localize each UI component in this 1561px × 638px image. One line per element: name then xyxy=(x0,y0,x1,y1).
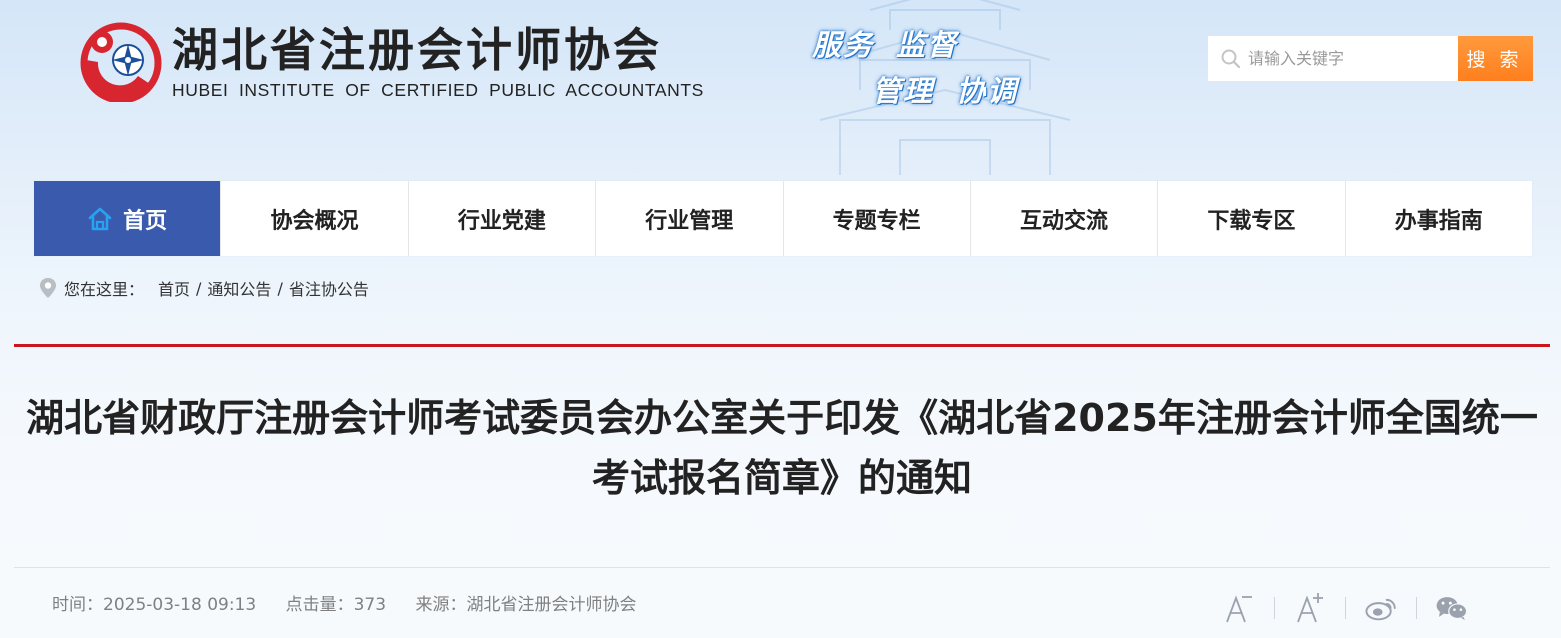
nav-item-guide[interactable]: 办事指南 xyxy=(1346,181,1532,256)
search-input[interactable] xyxy=(1246,37,1450,80)
nav-item-downloads[interactable]: 下载专区 xyxy=(1158,181,1346,256)
breadcrumb-separator: / xyxy=(196,278,202,298)
slogan-line-1: 服务 监督 xyxy=(812,28,959,62)
search-box xyxy=(1208,36,1458,81)
share-weibo-button[interactable] xyxy=(1364,591,1398,625)
font-decrease-button[interactable] xyxy=(1222,591,1256,625)
nav-item-label: 互动交流 xyxy=(1020,208,1109,234)
article-source: 来源：湖北省注册会计师协会 xyxy=(415,595,637,615)
title-divider xyxy=(14,344,1550,347)
tool-separator xyxy=(1345,597,1346,619)
nav-item-party-building[interactable]: 行业党建 xyxy=(409,181,597,256)
nav-item-label: 办事指南 xyxy=(1394,208,1483,234)
breadcrumb-home[interactable]: 首页 xyxy=(158,276,190,300)
click-count: 点击量：373 xyxy=(285,595,387,615)
location-pin-icon xyxy=(40,278,56,298)
tool-separator xyxy=(1416,597,1417,619)
article-tools xyxy=(1222,588,1469,628)
publish-time: 时间：2025-03-18 09:13 xyxy=(52,595,257,615)
nav-item-label: 首页 xyxy=(123,208,168,234)
tool-separator xyxy=(1274,597,1275,619)
nav-item-special-topics[interactable]: 专题专栏 xyxy=(784,181,971,256)
article-meta: 时间：2025-03-18 09:13 点击量：373 来源：湖北省注册会计师协… xyxy=(52,590,660,615)
breadcrumb-current[interactable]: 省注协公告 xyxy=(289,276,369,300)
share-wechat-button[interactable] xyxy=(1435,591,1469,625)
nav-item-label: 行业管理 xyxy=(645,208,734,234)
meta-divider xyxy=(14,567,1550,568)
logo xyxy=(80,22,162,102)
nav-item-home[interactable]: 首页 xyxy=(34,181,222,256)
search-button[interactable]: 搜 索 xyxy=(1458,36,1533,81)
weibo-icon xyxy=(1365,598,1396,621)
font-increase-button[interactable] xyxy=(1293,591,1327,625)
slogan-line-2: 管理 协调 xyxy=(872,74,1019,108)
org-name-cn: 湖北省注册会计师协会 xyxy=(172,23,662,77)
article-title: 湖北省财政厅注册会计师考试委员会办公室关于印发《湖北省2025年注册会计师全国统… xyxy=(26,396,1538,500)
nav-item-interaction[interactable]: 互动交流 xyxy=(971,181,1159,256)
breadcrumb-separator: / xyxy=(277,278,283,298)
search-icon xyxy=(1221,49,1241,68)
font-increase-icon xyxy=(1297,593,1323,623)
nav-item-about[interactable]: 协会概况 xyxy=(221,181,409,256)
nav-item-label: 协会概况 xyxy=(270,208,359,234)
breadcrumb-prefix: 您在这里： xyxy=(64,280,145,299)
breadcrumb: 您在这里： 首页 / 通知公告 / 省注协公告 xyxy=(38,276,369,300)
nav-item-label: 专题专栏 xyxy=(832,208,921,234)
wechat-icon xyxy=(1436,597,1468,621)
breadcrumb-notices[interactable]: 通知公告 xyxy=(207,276,271,300)
main-nav: 首页 协会概况 行业党建 行业管理 专题专栏 互动交流 下载专区 办事指南 xyxy=(34,181,1532,256)
org-name-en: HUBEI INSTITUTE OF CERTIFIED PUBLIC ACCO… xyxy=(172,80,704,100)
nav-item-label: 下载专区 xyxy=(1207,208,1296,234)
font-decrease-icon xyxy=(1226,595,1252,623)
nav-item-industry-management[interactable]: 行业管理 xyxy=(596,181,784,256)
home-icon xyxy=(88,207,112,230)
nav-item-label: 行业党建 xyxy=(457,208,546,234)
